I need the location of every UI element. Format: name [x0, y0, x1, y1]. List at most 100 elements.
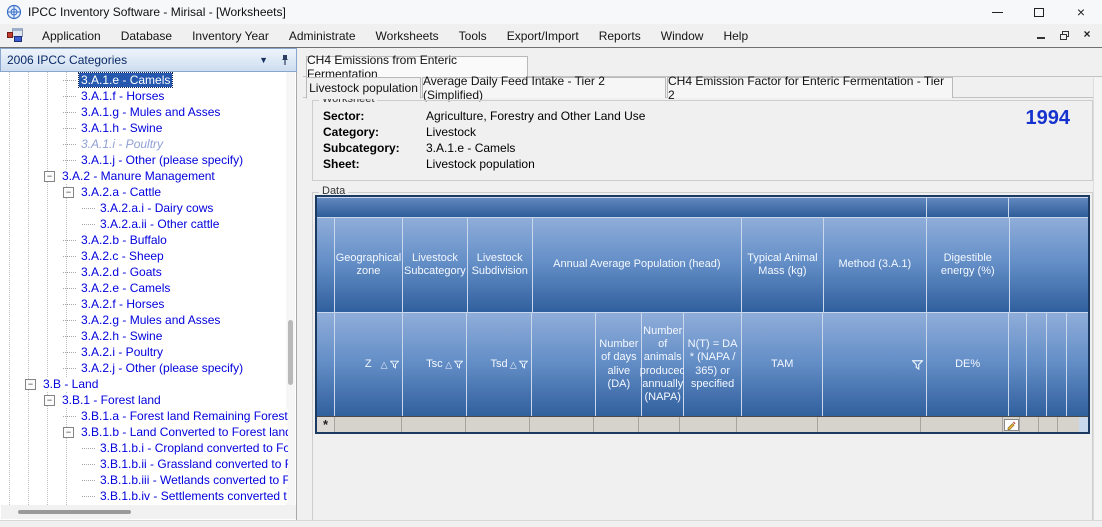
- minimize-button[interactable]: [976, 0, 1018, 24]
- collapse-icon[interactable]: −: [25, 378, 36, 390]
- menu-application[interactable]: Application: [32, 25, 111, 47]
- tree-item[interactable]: 3.A.1.j - Other (please specify): [1, 152, 288, 168]
- maximize-button[interactable]: [1018, 0, 1060, 24]
- chevron-down-icon[interactable]: ▼: [259, 55, 268, 65]
- tree-item[interactable]: −3.A.2.a - Cattle: [1, 184, 288, 200]
- col-group-annual-average-population: Annual Average Population (head): [532, 218, 742, 312]
- tree-item[interactable]: 3.A.2.d - Goats: [1, 264, 288, 280]
- menu-bar: Application Database Inventory Year Admi…: [0, 24, 1102, 48]
- pin-icon[interactable]: [280, 54, 290, 66]
- tree-item[interactable]: −3.B - Land: [1, 376, 288, 392]
- mdi-close-button[interactable]: ×: [1080, 28, 1094, 41]
- col-header-tsd[interactable]: Tsd △: [467, 313, 531, 416]
- title-bar: IPCC Inventory Software - Mirisal - [Wor…: [0, 0, 1102, 24]
- new-row-marker[interactable]: *: [317, 417, 335, 432]
- tab-ch4-emission-factor[interactable]: CH4 Emission Factor for Enteric Fermenta…: [667, 74, 953, 102]
- tree-item[interactable]: 3.B.1.b.i - Cropland converted to Fo: [1, 440, 288, 456]
- tree-item[interactable]: 3.A.2.a.ii - Other cattle: [1, 216, 288, 232]
- tree-item[interactable]: 3.B.1.b.iv - Settlements converted t: [1, 488, 288, 504]
- col-header-nt: N(T) = DA * (NAPA / 365) or specified: [684, 313, 741, 416]
- col-header-method-filter[interactable]: [823, 313, 926, 416]
- sort-ascending-icon[interactable]: △: [445, 359, 452, 370]
- tree-item[interactable]: −3.B.1 - Forest land: [1, 392, 288, 408]
- panel-vertical-scrollbar[interactable]: [1093, 78, 1102, 520]
- tree-item[interactable]: 3.A.2.j - Other (please specify): [1, 360, 288, 376]
- new-row-cell-aap[interactable]: [530, 417, 594, 432]
- new-row-cell-napa[interactable]: [639, 417, 680, 432]
- menu-export-import[interactable]: Export/Import: [497, 25, 589, 47]
- col-header-z[interactable]: Z △: [334, 313, 402, 416]
- tree-item[interactable]: 3.B.1.b.iii - Wetlands converted to F: [1, 472, 288, 488]
- tree-item[interactable]: 3.B.1.b.ii - Grassland converted to F: [1, 456, 288, 472]
- collapse-icon[interactable]: −: [44, 170, 55, 182]
- tab-average-daily-feed-intake[interactable]: Average Daily Feed Intake - Tier 2 (Simp…: [422, 74, 666, 102]
- edit-row-button[interactable]: [1003, 418, 1019, 431]
- new-row-cell-z[interactable]: [335, 417, 402, 432]
- col-header-napa: Number of animals produced annually (NAP…: [640, 313, 686, 416]
- menu-inventory-year[interactable]: Inventory Year: [182, 25, 279, 47]
- tree-item-label: 3.B.1.b.ii - Grassland converted to F: [98, 457, 288, 471]
- filter-icon[interactable]: [389, 360, 399, 369]
- menu-administrate[interactable]: Administrate: [279, 25, 366, 47]
- col-header-tsd-label: Tsd: [490, 357, 508, 370]
- collapse-icon[interactable]: −: [63, 426, 74, 438]
- tree-item[interactable]: 3.A.1.f - Horses: [1, 88, 288, 104]
- new-row-cell-de[interactable]: [921, 417, 1003, 432]
- menu-reports[interactable]: Reports: [589, 25, 651, 47]
- sort-ascending-icon[interactable]: △: [381, 359, 388, 370]
- tree-item[interactable]: −3.B.1.b - Land Converted to Forest land: [1, 424, 288, 440]
- tree-item[interactable]: 3.A.1.i - Poultry: [1, 136, 288, 152]
- new-row-cell-da[interactable]: [594, 417, 639, 432]
- sort-ascending-icon[interactable]: △: [510, 359, 517, 370]
- tree-connector: [63, 287, 76, 289]
- mdi-restore-button[interactable]: [1057, 28, 1071, 41]
- menu-help[interactable]: Help: [713, 25, 758, 47]
- sheet-field: Sheet: Livestock population: [323, 157, 535, 173]
- mdi-minimize-button[interactable]: [1034, 28, 1048, 41]
- tree-item-label: 3.A.2.d - Goats: [79, 265, 164, 279]
- tree-item[interactable]: 3.A.2.f - Horses: [1, 296, 288, 312]
- col-group-method: Method (3.A.1): [823, 218, 927, 312]
- tab-livestock-population[interactable]: Livestock population: [306, 77, 421, 99]
- filter-icon[interactable]: [911, 359, 923, 370]
- menu-worksheets[interactable]: Worksheets: [366, 25, 449, 47]
- grid-group-header-row: Geographical zone Livestock Subcategory …: [317, 217, 1088, 312]
- menu-window[interactable]: Window: [651, 25, 714, 47]
- tree-item[interactable]: 3.A.2.a.i - Dairy cows: [1, 200, 288, 216]
- mdi-window-controls: ×: [1034, 28, 1094, 41]
- tree-horizontal-scrollbar[interactable]: [1, 505, 296, 519]
- new-row-cell-nt[interactable]: [680, 417, 737, 432]
- tree-item[interactable]: 3.A.1.h - Swine: [1, 120, 288, 136]
- new-row-cell-tam[interactable]: [737, 417, 818, 432]
- new-row-cell-extra[interactable]: [1058, 417, 1079, 432]
- tree-item[interactable]: 3.A.1.e - Camels: [1, 72, 288, 88]
- filter-icon[interactable]: [518, 360, 528, 369]
- col-header-tsc[interactable]: Tsc △: [402, 313, 467, 416]
- tree-item[interactable]: 3.A.2.b - Buffalo: [1, 232, 288, 248]
- col-group-geographical-zone: Geographical zone: [334, 218, 402, 312]
- tree-item[interactable]: 3.A.1.g - Mules and Asses: [1, 104, 288, 120]
- filter-icon[interactable]: [454, 360, 464, 369]
- close-button[interactable]: ×: [1060, 0, 1102, 24]
- collapse-icon[interactable]: −: [63, 186, 74, 198]
- tree-vertical-scrollbar-thumb[interactable]: [288, 320, 293, 385]
- tree-item[interactable]: 3.A.2.e - Camels: [1, 280, 288, 296]
- menu-database[interactable]: Database: [111, 25, 182, 47]
- new-row-cell-method[interactable]: [818, 417, 921, 432]
- tree-horizontal-scrollbar-thumb[interactable]: [18, 510, 131, 514]
- collapse-icon[interactable]: −: [44, 394, 55, 406]
- new-row-cell-tsc[interactable]: [402, 417, 466, 432]
- menu-tools[interactable]: Tools: [449, 25, 497, 47]
- tree-item[interactable]: 3.B.1.a - Forest land Remaining Forest l: [1, 408, 288, 424]
- tree-item[interactable]: 3.A.2.g - Mules and Asses: [1, 312, 288, 328]
- new-row-cell-extra[interactable]: [1020, 417, 1039, 432]
- new-row-cell-tsd[interactable]: [466, 417, 530, 432]
- tree-item[interactable]: 3.A.2.c - Sheep: [1, 248, 288, 264]
- tree-item[interactable]: 3.A.2.i - Poultry: [1, 344, 288, 360]
- worksheet-panel: CH4 Emissions from Enteric Fermentation …: [303, 48, 1102, 527]
- tree-item[interactable]: −3.A.2 - Manure Management: [1, 168, 288, 184]
- mdi-minimize-icon: [1037, 37, 1045, 39]
- tree-item[interactable]: 3.A.2.h - Swine: [1, 328, 288, 344]
- col-group-digestible-energy: Digestible energy (%): [927, 218, 1009, 312]
- new-row-cell-extra[interactable]: [1039, 417, 1058, 432]
